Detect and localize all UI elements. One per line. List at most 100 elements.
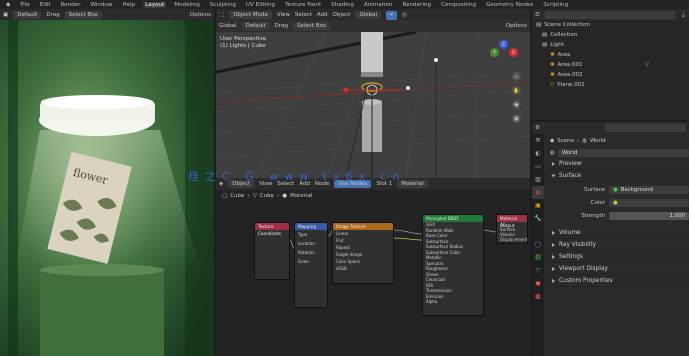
ortho-grid-icon[interactable]: ▦	[512, 114, 521, 123]
properties-editor[interactable]: ⚙ ⚒ ◐ ▭ ▧ ◍ ▣ 🔧 ∴ ◯ ⛓ ▽ ● ▩ ◆ Scene › ◍ …	[532, 122, 689, 356]
panel-preview[interactable]: Preview	[546, 158, 689, 170]
tab-scripting[interactable]: Scripting	[541, 2, 570, 8]
filter-icon[interactable]: ⏚	[680, 11, 686, 19]
output-tab-icon[interactable]: ▭	[532, 160, 544, 173]
rendered-preview[interactable]: flower	[0, 20, 214, 356]
tab-geometry-nodes[interactable]: Geometry Nodes	[484, 2, 535, 8]
gizmo-y-axis-icon[interactable]: Y	[490, 48, 499, 57]
tab-animation[interactable]: Animation	[362, 2, 395, 8]
editor-type-icon[interactable]: ▣	[3, 12, 8, 18]
outliner-search-input[interactable]	[544, 10, 676, 19]
shader-node-editor[interactable]: ▢ Cube › ▽ Cube › ● Material Texture Coo…	[216, 190, 530, 356]
panel-viewport-display[interactable]: Viewport Display	[546, 263, 689, 275]
tab-uv-editing[interactable]: UV Editing	[244, 2, 277, 8]
tab-texture-paint[interactable]: Texture Paint	[283, 2, 323, 8]
outliner-item-scene-collection[interactable]: ▤ Scene Collection	[532, 20, 689, 30]
node-row: Type	[298, 232, 308, 237]
tab-rendering[interactable]: Rendering	[400, 2, 433, 8]
node-title: Material Output	[497, 215, 527, 228]
node-title: Mapping	[295, 223, 327, 230]
outliner-item-area-001[interactable]: ✺ Area.001 ▽	[532, 60, 689, 70]
outliner-item-plane-002[interactable]: ▽ Plane.002	[532, 80, 689, 90]
node-principled-bsdf[interactable]: Principled BSDF GGX Random Walk Base Col…	[422, 214, 484, 316]
tab-sculpting[interactable]: Sculpting	[208, 2, 238, 8]
tool-tab-icon[interactable]: ⚒	[532, 134, 544, 147]
select-box-dropdown[interactable]: Select Box	[64, 11, 102, 19]
color-field[interactable]: ●	[609, 199, 689, 207]
camera-view-icon[interactable]: ◉	[512, 100, 521, 109]
properties-type-icon[interactable]: ⚙	[535, 125, 540, 131]
proportional-edit-icon[interactable]: ◎	[402, 12, 407, 18]
panel-volume[interactable]: Volume	[546, 227, 689, 239]
world-name-field[interactable]: World	[557, 149, 689, 157]
panel-ray-visibility[interactable]: Ray Visibility	[546, 239, 689, 251]
orientation-label[interactable]: Global	[219, 23, 237, 29]
tab-compositing[interactable]: Compositing	[439, 2, 478, 8]
physics-tab-icon[interactable]: ◯	[532, 238, 544, 251]
options-button[interactable]: Options	[190, 12, 211, 18]
object-mode-dropdown[interactable]: Object Mode	[229, 11, 272, 19]
3d-viewport[interactable]: User Perspective (1) Lights | Cube Z X Y…	[216, 32, 530, 178]
gizmo-x-axis-icon[interactable]: X	[509, 48, 518, 57]
menu-window[interactable]: Window	[88, 2, 114, 8]
tab-modeling[interactable]: Modeling	[172, 2, 201, 8]
constraints-tab-icon[interactable]: ⛓	[532, 251, 544, 264]
node-material-output[interactable]: Material Output All Surface Volume Displ…	[496, 214, 528, 244]
snap-toggle-icon[interactable]: ⌖	[386, 10, 398, 20]
outliner-type-icon[interactable]: ☰	[535, 12, 540, 18]
world-selector[interactable]: ◍ World	[546, 148, 689, 158]
world-tab-icon[interactable]: ◍	[532, 186, 544, 199]
viewport-options-button[interactable]: Options	[506, 23, 527, 29]
gizmo-z-axis-icon[interactable]: Z	[499, 40, 508, 49]
collection-icon: ▤	[536, 22, 542, 28]
menu-add[interactable]: Add	[317, 12, 328, 18]
object-tab-icon[interactable]: ▣	[532, 199, 544, 212]
view-layer-tab-icon[interactable]: ▧	[532, 173, 544, 186]
drag-label[interactable]: Drag	[275, 23, 288, 29]
node-texture-coordinate[interactable]: Texture Coordinate	[254, 222, 290, 280]
zoom-icon[interactable]: ⌕	[512, 72, 521, 81]
viewport-type-icon[interactable]: ⬚	[219, 12, 224, 18]
menu-select[interactable]: Select	[295, 12, 312, 18]
tab-shading[interactable]: Shading	[329, 2, 356, 8]
strength-row: Strength 1.000	[546, 211, 689, 221]
outliner-item-area-002[interactable]: ✺ Area.002	[532, 70, 689, 80]
light-data-icon: ▽	[644, 62, 649, 68]
menu-help[interactable]: Help	[121, 2, 138, 8]
pan-hand-icon[interactable]: ✋	[512, 86, 521, 95]
properties-search-input[interactable]	[604, 124, 686, 132]
panel-custom-properties[interactable]: Custom Properties	[546, 275, 689, 287]
material-tab-icon[interactable]: ●	[532, 277, 544, 290]
panel-surface[interactable]: Surface	[546, 170, 689, 182]
menu-file[interactable]: File	[18, 2, 31, 8]
pivot-dropdown[interactable]: Default	[241, 22, 270, 30]
panel-settings[interactable]: Settings	[546, 251, 689, 263]
menu-object[interactable]: Object	[333, 12, 351, 18]
outliner-item-light[interactable]: ▤ Light	[532, 40, 689, 50]
node-title: Image Texture	[333, 223, 393, 230]
blender-logo-icon[interactable]: ◆	[4, 2, 12, 8]
select-box-dropdown[interactable]: Select Box	[293, 22, 330, 30]
particles-tab-icon[interactable]: ∴	[532, 225, 544, 238]
outliner-item-collection[interactable]: ▤ Collection	[532, 30, 689, 40]
strength-field[interactable]: 1.000	[609, 212, 689, 220]
modifier-tab-icon[interactable]: 🔧	[532, 212, 544, 225]
menu-render[interactable]: Render	[59, 2, 83, 8]
outliner[interactable]: ☰ ⏚ ▤ Scene Collection ▤ Collection ▤ Light…	[532, 9, 689, 120]
drag-label[interactable]: Drag	[46, 12, 59, 18]
data-tab-icon[interactable]: ▽	[532, 264, 544, 277]
default-dropdown[interactable]: Default	[13, 11, 42, 19]
node-image-texture[interactable]: Image Texture Linear Flat Repeat Single …	[332, 222, 394, 284]
menu-edit[interactable]: Edit	[38, 2, 53, 8]
node-mapping[interactable]: Mapping Type Location Rotation Scale	[294, 222, 328, 308]
world-icon: ◍	[550, 150, 555, 156]
surface-shader-field[interactable]: ● Background	[609, 186, 689, 194]
tab-layout[interactable]: Layout	[143, 1, 167, 8]
orientation-dropdown[interactable]: Global	[355, 11, 382, 19]
mesh-icon: ▽	[550, 82, 555, 88]
render-tab-icon[interactable]: ◐	[532, 147, 544, 160]
texture-tab-icon[interactable]: ▩	[532, 290, 544, 303]
surface-label: Surface	[584, 187, 605, 193]
menu-view[interactable]: View	[277, 12, 290, 18]
outliner-item-area[interactable]: ✺ Area	[532, 50, 689, 60]
